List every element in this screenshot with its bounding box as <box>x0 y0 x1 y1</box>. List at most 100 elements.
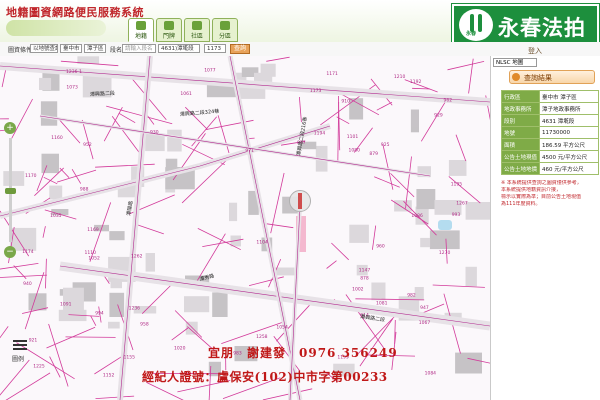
parcel-label: 910 <box>341 99 350 105</box>
parcel-label: 1155 <box>124 355 136 361</box>
result-row: 段別 4631 潭墘段 <box>500 114 599 127</box>
parcel-number-input[interactable]: 1173 <box>204 44 226 53</box>
zoom-handle[interactable] <box>5 188 16 194</box>
parcel-label: 1192 <box>410 79 422 85</box>
tab-community[interactable]: 社區 <box>184 18 210 42</box>
parcel-boundary <box>65 336 116 338</box>
building-block <box>448 160 467 176</box>
query-submit-button[interactable]: 查詢 <box>230 44 251 54</box>
parcel-label: 1174 <box>22 249 34 255</box>
query-type-select[interactable]: 以地號查詢 <box>30 44 58 53</box>
parcel-boundary <box>81 119 94 160</box>
parcel-boundary <box>266 56 290 62</box>
note-line: 標示以實際為準；目前公告土地現值 <box>501 194 582 200</box>
building-block <box>465 202 490 220</box>
parcel-label: 1236-1 <box>66 69 82 75</box>
result-value: 186.59 平方公尺 <box>539 138 599 151</box>
parcel-label: 878 <box>360 276 369 282</box>
parcel-boundary <box>331 242 349 261</box>
login-link[interactable]: 登入 <box>528 46 542 56</box>
result-row: 行政區 臺中市 潭子區 <box>500 90 599 103</box>
building-block <box>410 109 419 133</box>
parcel-boundary <box>111 116 143 158</box>
logo-text: 永春法拍 <box>498 16 586 40</box>
results-title: 查詢結果 <box>509 70 595 84</box>
result-key: 行政區 <box>500 90 541 103</box>
parcel-boundary <box>59 167 70 178</box>
building-block <box>420 237 431 248</box>
parcel-boundary <box>141 282 175 314</box>
building-block <box>275 267 295 276</box>
parcel-label: 1210 <box>394 74 406 80</box>
result-value: 臺中市 潭子區 <box>539 90 599 103</box>
district-select[interactable]: 潭子區 <box>84 44 106 53</box>
zoom-control: + − <box>4 122 18 262</box>
parcel-label: 1067 <box>419 320 431 326</box>
zoom-in-icon[interactable]: + <box>4 122 16 134</box>
query-label: 圖資條件 <box>8 47 33 54</box>
parcel-label: 1020 <box>174 346 186 352</box>
parcel-boundary <box>447 61 485 71</box>
result-key: 公告土地現值 <box>500 150 541 163</box>
main-tabs: 地籍 門牌 社區 分區 <box>128 18 238 42</box>
building-block <box>349 98 364 120</box>
parcel-label: 1052 <box>88 255 100 261</box>
results-panel: NLSC 地圖 查詢結果 行政區 臺中市 潭子區 地政事務所 潭子地政事務所 段別 463… <box>490 56 600 400</box>
section-select[interactable]: 4631)潭墘段 <box>158 44 200 53</box>
zoom-out-icon[interactable]: − <box>4 246 16 258</box>
parcel-boundary <box>270 172 285 234</box>
parcel-label: 1169 <box>87 227 99 233</box>
note-line: 為111年度資料。 <box>501 201 541 207</box>
agent-contact: 宜朋 謝建發 0976 356249 <box>208 346 398 360</box>
parcel-label: 1080 <box>349 148 361 154</box>
parcel-label: 1086 <box>411 213 423 219</box>
tab-address[interactable]: 門牌 <box>156 18 182 42</box>
parcel-label: 1110 <box>85 250 97 256</box>
results-table: 行政區 臺中市 潭子區 地政事務所 潭子地政事務所 段別 4631 潭墘段 地號 117300… <box>500 90 599 175</box>
parcel-boundary <box>382 143 394 190</box>
results-notes: ※ 本系統提供查詢之圖資僅供參考， 本系統提供地籍資訊介接， 標示以實際為準；目前公… <box>501 180 599 208</box>
result-key: 公告土地地價 <box>500 162 541 175</box>
result-key: 地號 <box>500 126 541 139</box>
parcel-label: 958 <box>140 322 149 328</box>
parcel-label: 1171 <box>326 71 338 77</box>
result-row: 地號 11730000 <box>500 126 599 139</box>
parcel-label: 925 <box>381 142 390 148</box>
legend-icon[interactable] <box>13 338 27 352</box>
parcel-label: 971 <box>245 148 254 154</box>
section-search-input[interactable]: 請輸入段名 <box>122 44 156 53</box>
building-block <box>49 185 63 200</box>
map-locate-icon[interactable] <box>289 190 311 212</box>
parcel-label: 1104 <box>256 240 268 246</box>
parcel-label: 1077 <box>204 68 216 74</box>
building-block <box>145 253 155 272</box>
parcel-label: 1173 <box>310 88 322 94</box>
note-line: 本系統提供地籍資訊介接， <box>501 187 562 193</box>
result-value: 4631 潭墘段 <box>539 114 599 127</box>
parcel-label: 1195 <box>451 182 463 188</box>
parcel-label: 1002 <box>352 287 364 293</box>
parcel-boundary <box>90 315 97 326</box>
parcel-boundary <box>432 284 485 288</box>
basemap-select[interactable]: NLSC 地圖 <box>493 58 537 67</box>
parcel-label: 1262 <box>131 254 143 260</box>
tab-zoning[interactable]: 分區 <box>212 18 238 42</box>
parcel-label: 1101 <box>347 134 359 140</box>
parcel-label: 940 <box>23 281 32 287</box>
result-value: 潭子地政事務所 <box>539 102 599 115</box>
city-select[interactable]: 臺中市 <box>60 44 82 53</box>
parcel-boundary <box>118 112 136 124</box>
building-block <box>109 292 125 317</box>
parcel-label: 1061 <box>180 91 192 97</box>
parcel-boundary <box>299 96 302 123</box>
parcel-boundary <box>48 323 69 387</box>
parcel-label: 1267 <box>456 201 468 207</box>
parcel-label: 1084 <box>425 370 437 376</box>
tab-label: 社區 <box>190 33 203 40</box>
tab-cadastre[interactable]: 地籍 <box>128 18 154 42</box>
building-block <box>41 153 59 174</box>
building-block <box>254 72 273 82</box>
result-row: 地政事務所 潭子地政事務所 <box>500 102 599 115</box>
query-bar: 圖資條件 以地號查詢 臺中市 潭子區 段名 請輸入段名 4631)潭墘段 117… <box>0 42 600 57</box>
parcel-label: 982 <box>407 292 416 298</box>
